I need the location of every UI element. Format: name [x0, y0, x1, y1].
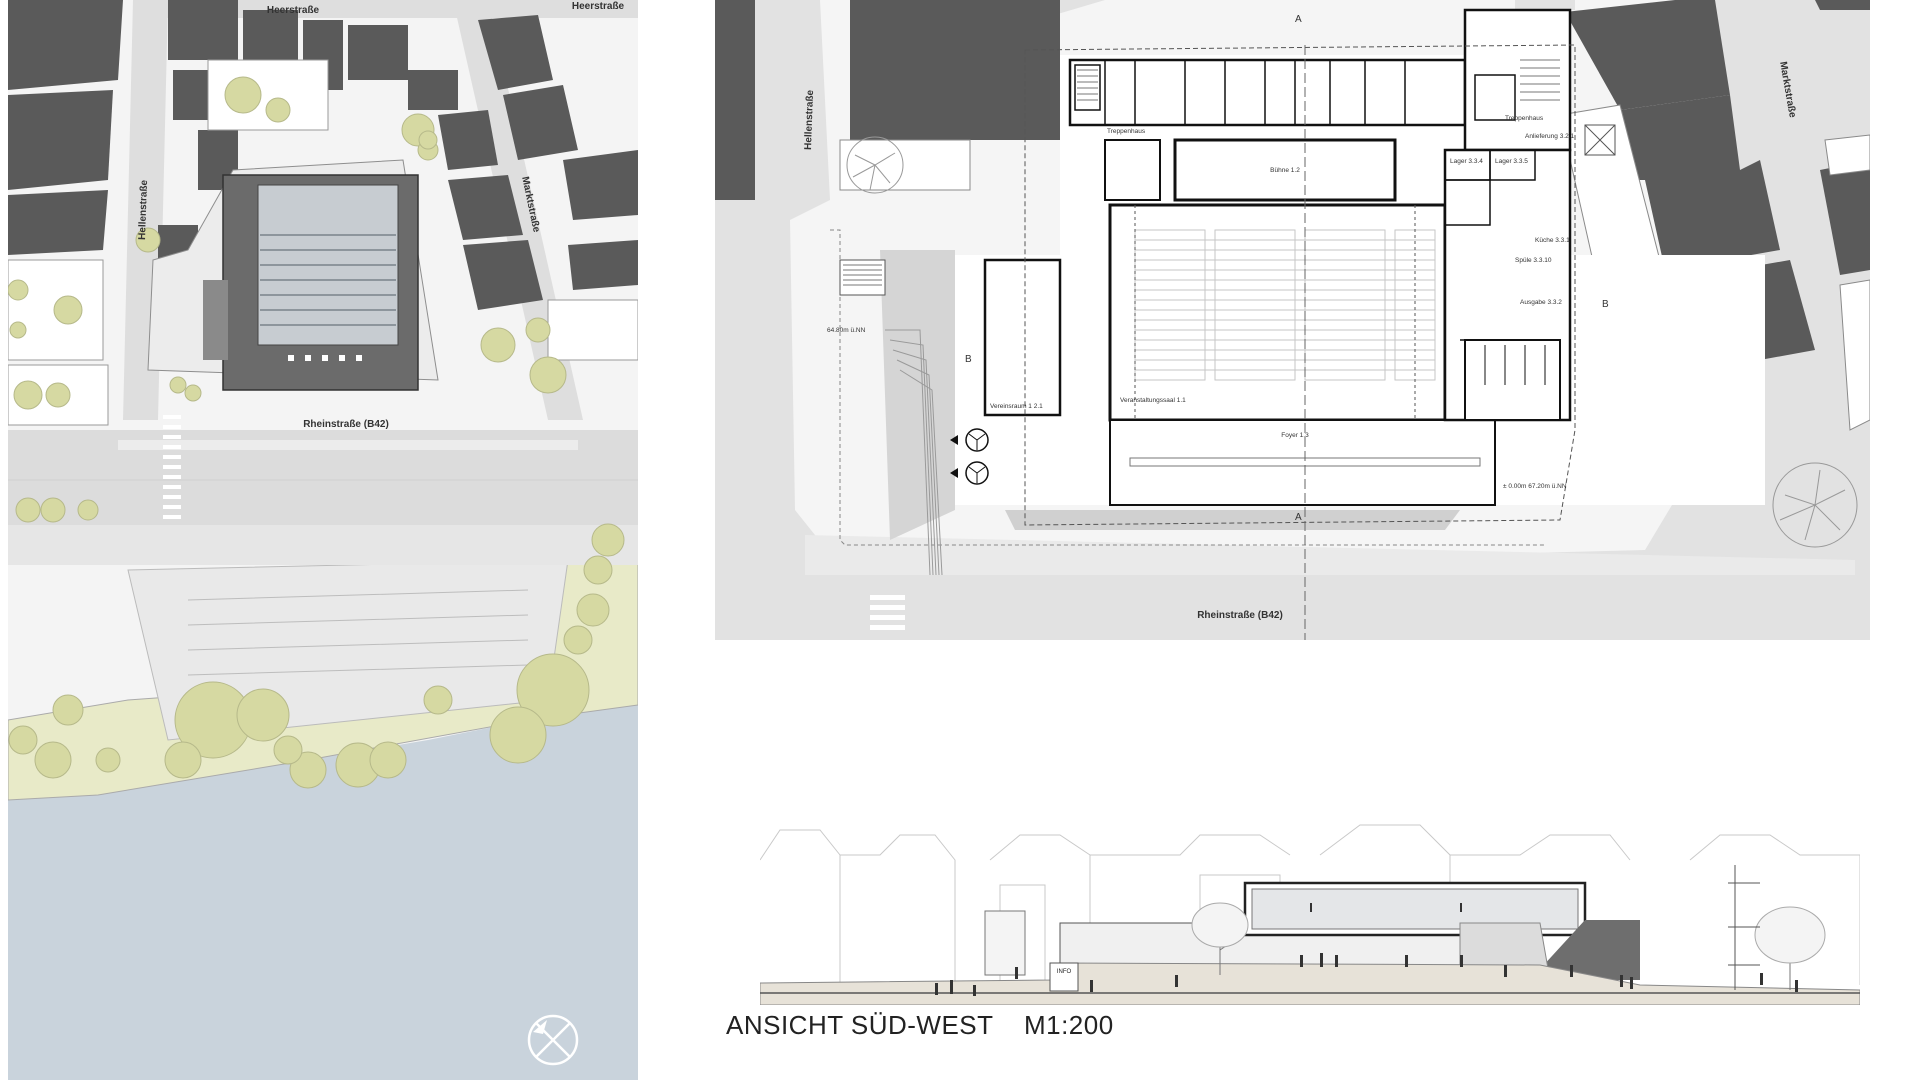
section-mark-b-right: B	[1602, 299, 1609, 310]
room-label-storage-b: Lager 3.3.5	[1495, 158, 1528, 165]
info-sign	[1049, 962, 1079, 992]
elevation: INFO	[759, 815, 1861, 1006]
elevation-drawing: INFO	[759, 815, 1861, 1006]
level-marker-east: ± 0.00m 67.20m ü.NN	[1503, 483, 1567, 490]
room-label-foyer: Foyer 1.3	[1281, 432, 1309, 439]
room-label-storage-a: Lager 3.3.4	[1450, 158, 1483, 165]
street-label-hellenstrasse: Hellenstraße	[137, 179, 150, 240]
section-mark-b-left: B	[965, 354, 972, 365]
level-marker-west: 64.80m ü.NN	[827, 327, 866, 334]
room-label-club-room: Vereinsraum 1 2.1	[990, 403, 1043, 410]
room-label-kitchen: Küche 3.3.1	[1535, 237, 1570, 244]
site-plan-drawing: Heerstraße Heerstraße Hellenstraße Markt…	[7, 0, 639, 1080]
room-label-stage: Bühne 1.2	[1270, 167, 1300, 174]
street-label-heerstrasse-right: Heerstraße	[572, 1, 625, 12]
room-label-stairwell-e: Treppenhaus	[1505, 115, 1544, 122]
room-label-stairwell-w: Treppenhaus	[1107, 128, 1146, 135]
room-label-delivery: Anlieferung 3.2.1	[1525, 133, 1575, 140]
section-mark-a-bottom: A	[1295, 512, 1302, 523]
plan-street-label-hellenstrasse: Hellenstraße	[803, 89, 816, 150]
room-label-serving: Ausgabe 3.3.2	[1520, 299, 1562, 306]
street-label-rheinstrasse: Rheinstraße (B42)	[303, 419, 389, 430]
room-label-scullery: Spüle 3.3.10	[1515, 257, 1552, 264]
info-sign-label: INFO	[1057, 969, 1072, 975]
plan-street-label-rheinstrasse: Rheinstraße (B42)	[1197, 610, 1283, 621]
street-label-heerstrasse-left: Heerstraße	[267, 5, 320, 16]
revolving-door-icon	[965, 461, 989, 485]
revolving-door-icon	[965, 428, 989, 452]
site-plan: Heerstraße Heerstraße Hellenstraße Markt…	[7, 0, 639, 1080]
section-mark-a-top: A	[1295, 14, 1302, 25]
floor-plan-drawing: Bühne 1.2 Veranstaltungssaal 1.1 Vereins…	[715, 0, 1871, 640]
elevation-caption: ANSICHT SÜD-WEST M1:200	[726, 1010, 1114, 1040]
floor-plan: Bühne 1.2 Veranstaltungssaal 1.1 Vereins…	[715, 0, 1871, 640]
room-label-hall: Veranstaltungssaal 1.1	[1120, 397, 1186, 404]
